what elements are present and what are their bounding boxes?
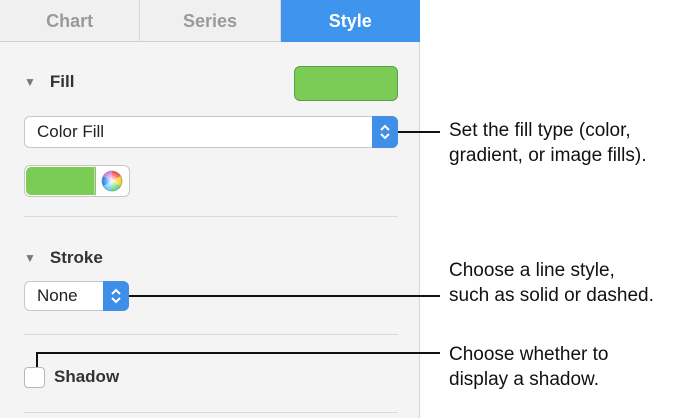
format-sidebar: Chart Series Style ▼ Fill Color Fill ▼ S… [0,0,420,418]
fill-section-header[interactable]: ▼ Fill [24,72,74,92]
callout-stroke: Choose a line style, such as solid or da… [449,258,654,308]
tab-chart[interactable]: Chart [0,0,141,42]
callout-text-line: Set the fill type (color, [449,120,631,141]
section-divider [24,334,398,335]
tab-bar: Chart Series Style [0,0,420,42]
disclosure-triangle-icon[interactable]: ▼ [24,251,36,265]
stroke-label: Stroke [49,248,103,267]
stroke-style-value: None [37,286,78,305]
fill-color-swatch-button[interactable] [294,66,398,101]
callout-line-fill-type [398,131,440,133]
callout-line-shadow-vertical [36,352,38,367]
section-divider [24,412,398,413]
fill-label: Fill [49,72,75,91]
color-wheel-icon [101,170,123,192]
popup-stepper-icon[interactable] [372,116,398,148]
callout-text-line: Choose whether to [449,344,609,365]
section-divider [24,216,398,217]
fill-type-value: Color Fill [37,122,105,141]
callout-fill-type: Set the fill type (color, gradient, or i… [449,118,646,168]
popup-stepper-icon[interactable] [103,281,129,311]
disclosure-triangle-icon[interactable]: ▼ [24,75,36,89]
shadow-checkbox[interactable] [24,367,45,388]
callout-text-line: gradient, or image fills). [449,145,647,166]
fill-color-preview[interactable] [26,167,96,195]
stroke-section-header[interactable]: ▼ Stroke [24,248,103,268]
callout-line-shadow [36,352,440,354]
callout-shadow: Choose whether to display a shadow. [449,342,609,392]
stroke-style-popup[interactable]: None [24,281,129,311]
callout-text-line: display a shadow. [449,369,599,390]
fill-type-popup[interactable]: Color Fill [24,116,398,148]
callout-text-line: such as solid or dashed. [449,285,654,306]
shadow-label: Shadow [54,367,120,386]
fill-color-well[interactable] [24,165,130,197]
callout-text-line: Choose a line style, [449,260,615,281]
color-wheel-button[interactable] [94,166,129,196]
callout-line-stroke [129,295,440,297]
tab-style[interactable]: Style [280,0,420,42]
tab-series[interactable]: Series [140,0,281,42]
